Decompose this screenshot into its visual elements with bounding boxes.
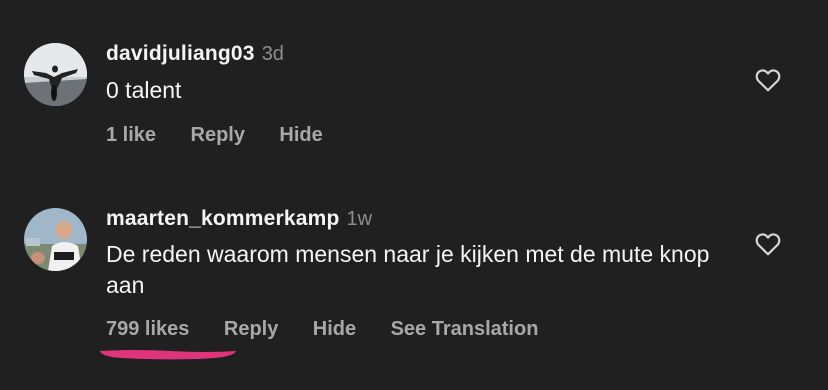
- avatar[interactable]: [24, 43, 87, 106]
- heart-outline-icon[interactable]: [755, 68, 781, 92]
- hide-button[interactable]: Hide: [279, 124, 322, 147]
- timestamp: 1w: [346, 208, 373, 230]
- comment-header: maarten_kommerkamp 1w: [106, 207, 372, 231]
- username[interactable]: davidjuliang03: [106, 42, 255, 65]
- hide-button[interactable]: Hide: [313, 318, 356, 341]
- comment-text: 0 talent: [106, 77, 182, 103]
- comment-header: davidjuliang03 3d: [106, 42, 284, 66]
- timestamp: 3d: [261, 43, 284, 65]
- pink-underline-annotation: [96, 343, 241, 370]
- comment-actions: 1 like Reply Hide: [106, 124, 353, 147]
- avatar[interactable]: [24, 208, 87, 271]
- reply-button[interactable]: Reply: [224, 318, 278, 341]
- heart-outline-icon[interactable]: [755, 232, 781, 256]
- username[interactable]: maarten_kommerkamp: [106, 207, 340, 230]
- likes-count[interactable]: 1 like: [106, 124, 156, 147]
- reply-button[interactable]: Reply: [191, 124, 245, 147]
- comment-text: De reden waarom mensen naar je kijken me…: [106, 241, 710, 298]
- likes-count[interactable]: 799 likes: [106, 318, 189, 341]
- see-translation-button[interactable]: See Translation: [391, 318, 539, 341]
- comment-actions: 799 likes Reply Hide See Translation: [106, 318, 568, 341]
